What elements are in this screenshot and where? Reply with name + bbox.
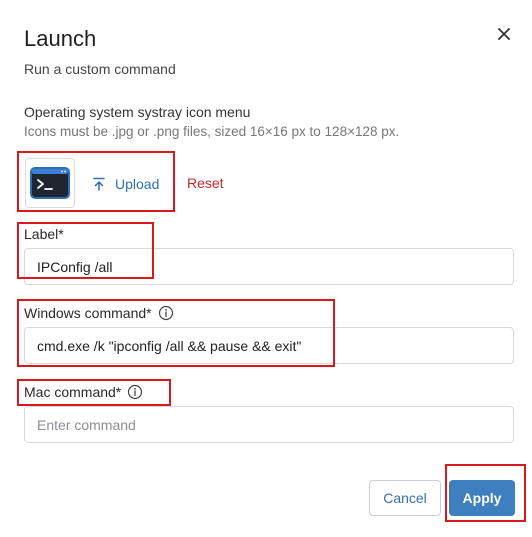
cancel-button[interactable]: Cancel — [369, 480, 441, 516]
upload-label: Upload — [115, 176, 160, 192]
os-icon-help-text: Icons must be .jpg or .png files, sized … — [24, 124, 400, 139]
dialog-title: Launch — [24, 26, 97, 51]
apply-button[interactable]: Apply — [449, 480, 515, 516]
mac-command-input[interactable] — [24, 406, 514, 443]
close-icon[interactable] — [494, 24, 514, 44]
windows-command-input[interactable] — [24, 327, 514, 364]
icon-preview — [25, 158, 75, 208]
info-icon[interactable] — [127, 384, 143, 400]
windows-command-label-text: Windows command* — [24, 305, 152, 321]
os-icon-heading: Operating system systray icon menu — [24, 104, 251, 120]
terminal-icon — [30, 167, 70, 199]
label-field-label-text: Label* — [24, 226, 64, 242]
label-field-label: Label* — [24, 226, 64, 242]
mac-command-label-text: Mac command* — [24, 384, 122, 400]
launch-dialog: Launch Run a custom command Operating sy… — [0, 0, 532, 537]
label-input[interactable] — [24, 248, 514, 285]
info-icon[interactable] — [158, 305, 174, 321]
mac-command-label: Mac command* — [24, 384, 143, 400]
windows-command-label: Windows command* — [24, 305, 174, 321]
upload-button[interactable]: Upload — [92, 174, 159, 194]
dialog-subtitle: Run a custom command — [24, 61, 176, 77]
upload-icon — [93, 177, 105, 191]
reset-button[interactable]: Reset — [187, 175, 224, 191]
